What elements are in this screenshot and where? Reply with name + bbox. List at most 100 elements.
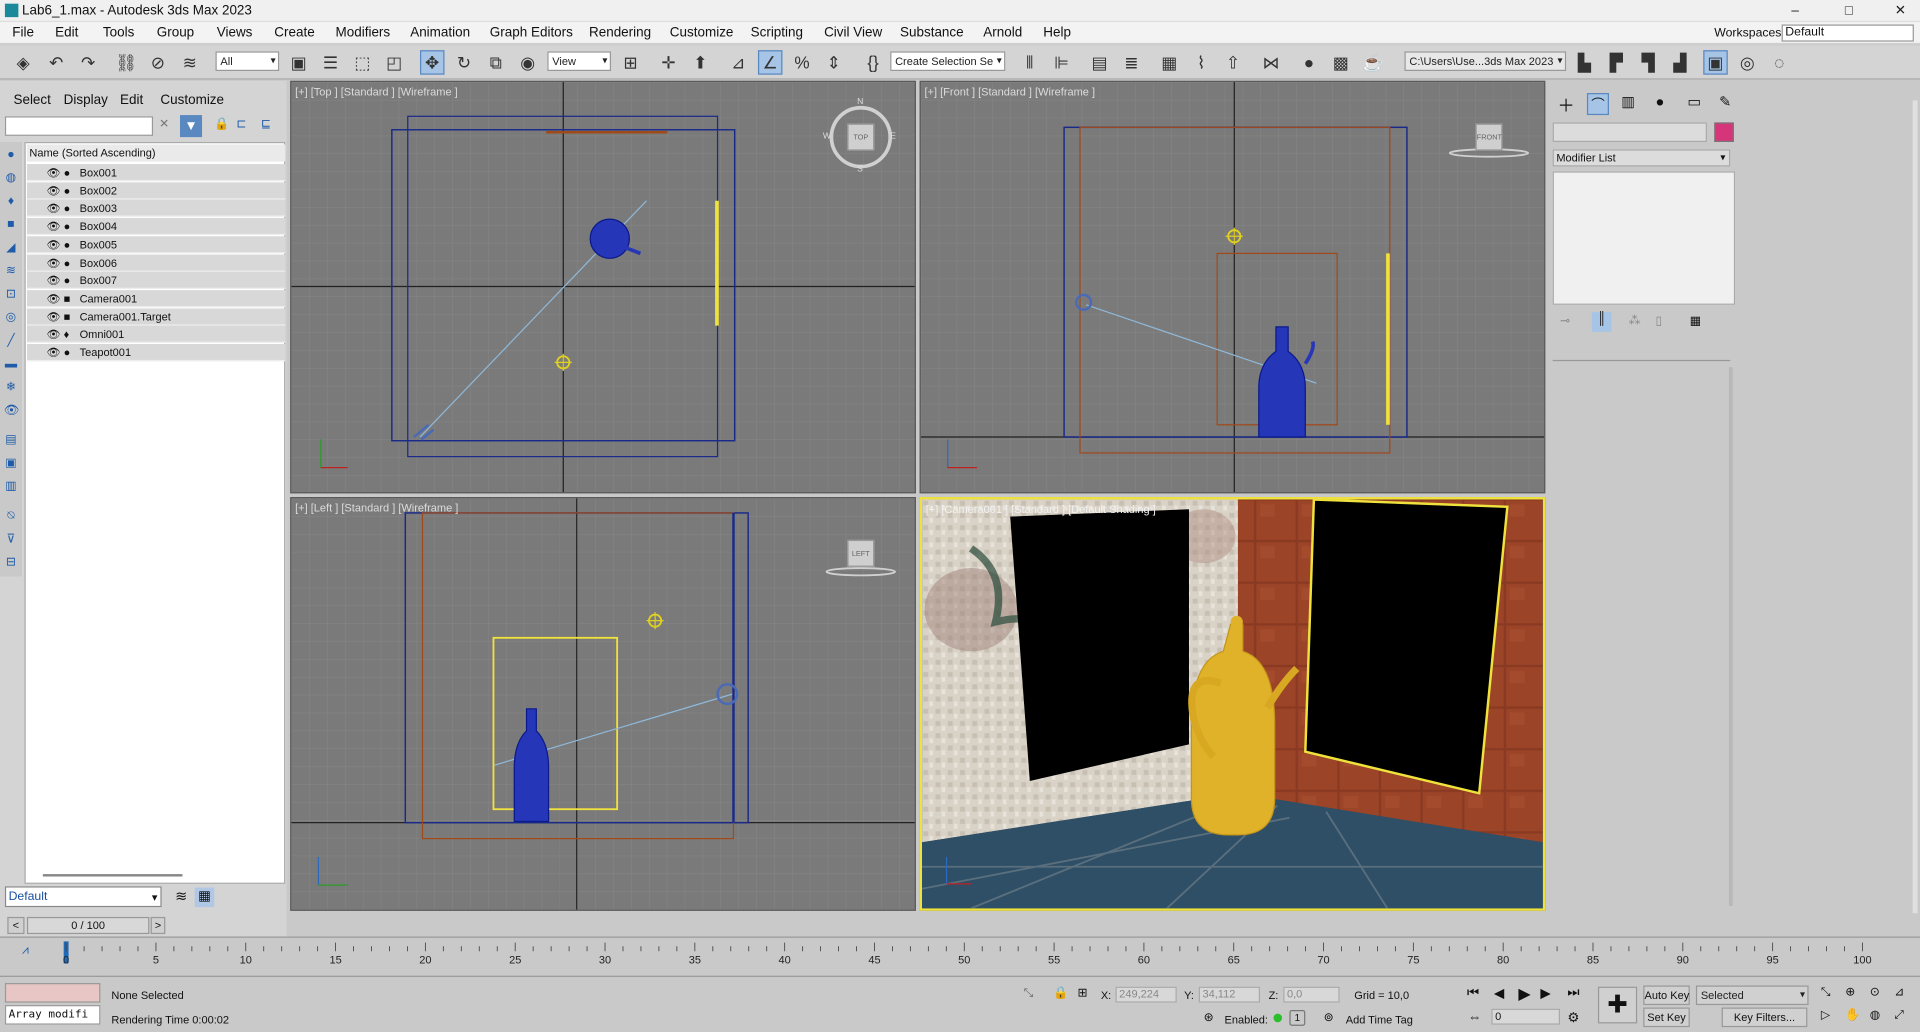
explorer-row[interactable]: 👁 ● Box002: [26, 182, 286, 200]
menu-create[interactable]: Create: [274, 26, 314, 41]
explorer-row[interactable]: 👁 ● Box003: [26, 200, 286, 218]
z-coordinate-field[interactable]: 0,0: [1283, 986, 1340, 1003]
visibility-eye-icon[interactable]: 👁: [47, 344, 61, 361]
menu-customize[interactable]: Customize: [670, 26, 734, 41]
time-next-button[interactable]: >: [150, 916, 166, 935]
walk-icon[interactable]: ✋: [1845, 1009, 1860, 1022]
explorer-row[interactable]: 👁 ■ Camera001.Target: [26, 308, 286, 326]
layer-explorer-icon[interactable]: ≣: [1119, 50, 1143, 74]
explorer-tab-customize[interactable]: Customize: [160, 93, 224, 108]
close-button[interactable]: ✕: [1883, 1, 1917, 21]
geometry-filter-icon[interactable]: ●: [4, 148, 19, 163]
scene-explorer-icon[interactable]: ▤: [1087, 50, 1111, 74]
spacewarp-filter-icon[interactable]: ≋: [4, 264, 19, 279]
viewport-front[interactable]: [+] [Front ] [Standard ] [Wireframe ] FR…: [919, 80, 1546, 494]
select-by-name-icon[interactable]: ☰: [318, 50, 342, 74]
make-unique-icon[interactable]: ⁂: [1629, 315, 1641, 328]
play-icon[interactable]: ▶: [1518, 984, 1530, 1004]
history-icon[interactable]: ▟: [1668, 50, 1692, 74]
trackbar[interactable]: ⩘ 0 5 10 15 20 25 30 35 40 45 50 55 60 65 70 75 80 85 90 95…: [0, 936, 1920, 976]
window-crossing-icon[interactable]: ◰: [382, 50, 406, 74]
rect-selection-icon[interactable]: ⬚: [350, 50, 374, 74]
layer-hierarchy-icon[interactable]: ⊑: [261, 118, 271, 131]
interactive-icon[interactable]: ◈: [11, 50, 35, 74]
light-filter-icon[interactable]: ♦: [4, 195, 19, 210]
menu-views[interactable]: Views: [217, 26, 253, 41]
key-filters-button[interactable]: Key Filters...: [1721, 1007, 1808, 1028]
prev-frame-icon[interactable]: ◀: [1494, 985, 1504, 1002]
select-move-icon[interactable]: ✥: [420, 50, 445, 75]
select-object-icon[interactable]: ▣: [287, 50, 311, 74]
group-filter-icon[interactable]: ⊡: [4, 288, 19, 303]
adaptive-degradation-icon[interactable]: 1: [1289, 1009, 1306, 1026]
clear-search-icon[interactable]: ✕: [159, 118, 169, 131]
visibility-eye-icon[interactable]: 👁: [47, 164, 61, 181]
pan-icon[interactable]: ▷: [1821, 1009, 1830, 1022]
explorer-column-header[interactable]: Name (Sorted Ascending): [26, 144, 286, 162]
layers-icon[interactable]: ≋: [171, 888, 191, 908]
layer-dropdown-caret-icon[interactable]: ▾: [152, 891, 158, 904]
menu-edit[interactable]: Edit: [55, 26, 78, 41]
goto-end-icon[interactable]: ⏭: [1567, 985, 1579, 1001]
xref-filter-icon[interactable]: ◎: [4, 311, 19, 326]
explorer-row[interactable]: 👁 ● Box005: [26, 236, 286, 254]
render-setup-icon[interactable]: ▩: [1329, 50, 1353, 74]
menu-civil-view[interactable]: Civil View: [824, 26, 882, 41]
align-icon[interactable]: ⊫: [1049, 50, 1073, 74]
panel-scrollbar[interactable]: [1728, 367, 1733, 906]
remove-modifier-icon[interactable]: ▯: [1656, 315, 1663, 328]
panel-edge-scrollbar[interactable]: [1912, 100, 1918, 914]
menu-group[interactable]: Group: [157, 26, 194, 41]
undo-icon[interactable]: ↶: [44, 50, 68, 74]
enabled-indicator[interactable]: [1273, 1013, 1283, 1023]
zoom-region-icon[interactable]: ⊙: [1870, 985, 1880, 998]
x-coordinate-field[interactable]: 249,224: [1115, 986, 1177, 1003]
viewport-left[interactable]: [+] [Left ] [Standard ] [Wireframe ] LEF…: [290, 497, 916, 911]
menu-rendering[interactable]: Rendering: [589, 26, 651, 41]
object-name-field[interactable]: [1552, 122, 1707, 143]
zoom-extents-icon[interactable]: ⤡: [1821, 985, 1831, 998]
show-end-result-icon[interactable]: ║: [1591, 312, 1612, 332]
minimize-button[interactable]: –: [1778, 1, 1812, 21]
visibility-eye-icon[interactable]: 👁: [47, 200, 61, 217]
container-filter-icon[interactable]: ▬: [4, 357, 19, 372]
viewport-render-icon[interactable]: ◌: [1767, 50, 1791, 74]
invert-filter-icon[interactable]: ▥: [4, 480, 19, 495]
snap-toggle-icon[interactable]: ⊛: [1204, 1011, 1214, 1024]
dope-sheet-icon[interactable]: ⇧: [1221, 50, 1245, 74]
open-folder-icon[interactable]: ▛: [1604, 50, 1628, 74]
explorer-hscrollbar[interactable]: [42, 874, 183, 877]
angle-snap-icon[interactable]: ∠: [757, 50, 783, 75]
modifier-list-dropdown[interactable]: Modifier List ▾: [1552, 149, 1731, 167]
layer-dropdown[interactable]: Default: [4, 886, 162, 908]
lock-icon[interactable]: 🔒: [214, 118, 229, 131]
edit-named-selection-icon[interactable]: {}: [861, 50, 885, 74]
menu-arnold[interactable]: Arnold: [983, 26, 1022, 41]
explorer-search-input[interactable]: [4, 116, 154, 136]
add-time-tag[interactable]: Add Time Tag: [1346, 1014, 1413, 1026]
explorer-row[interactable]: 👁 ● Box004: [26, 218, 286, 236]
menu-graph-editors[interactable]: Graph Editors: [490, 26, 573, 41]
link-icon[interactable]: ⛓: [114, 50, 138, 74]
explorer-row[interactable]: 👁 ● Teapot001: [26, 344, 286, 362]
viewport-top[interactable]: [+] [Top ] [Standard ] [Wireframe ] TOP …: [290, 80, 916, 494]
y-coordinate-field[interactable]: 34,112: [1198, 986, 1261, 1003]
project-path-dropdown[interactable]: C:\Users\Use...3ds Max 2023 ▾: [1404, 51, 1567, 72]
key-mode-dropdown[interactable]: Selected ▾: [1695, 985, 1809, 1006]
visibility-eye-icon[interactable]: 👁: [47, 182, 61, 199]
select-scale-icon[interactable]: ⧉: [484, 50, 508, 74]
key-mode-icon[interactable]: ⇔: [1468, 1010, 1481, 1025]
explorer-tab-edit[interactable]: Edit: [120, 93, 143, 108]
render-teapot-icon[interactable]: ☕: [1360, 50, 1384, 74]
menu-modifiers[interactable]: Modifiers: [336, 26, 391, 41]
select-rotate-icon[interactable]: ↻: [452, 50, 476, 74]
viewport-top-label[interactable]: [+] [Top ] [Standard ] [Wireframe ]: [295, 86, 458, 98]
time-tag-icon[interactable]: ⊚: [1324, 1011, 1334, 1024]
goto-start-icon[interactable]: ⏮: [1467, 985, 1479, 1001]
schematic-view-icon[interactable]: ⋈: [1259, 50, 1283, 74]
explorer-tab-display[interactable]: Display: [64, 93, 108, 108]
auto-key-button[interactable]: Auto Key: [1643, 985, 1690, 1006]
none-filter-icon[interactable]: ▣: [4, 457, 19, 472]
named-selection-dropdown[interactable]: Create Selection Se ▾: [890, 51, 1006, 72]
maxscript-input[interactable]: Array modifi: [4, 1005, 101, 1025]
